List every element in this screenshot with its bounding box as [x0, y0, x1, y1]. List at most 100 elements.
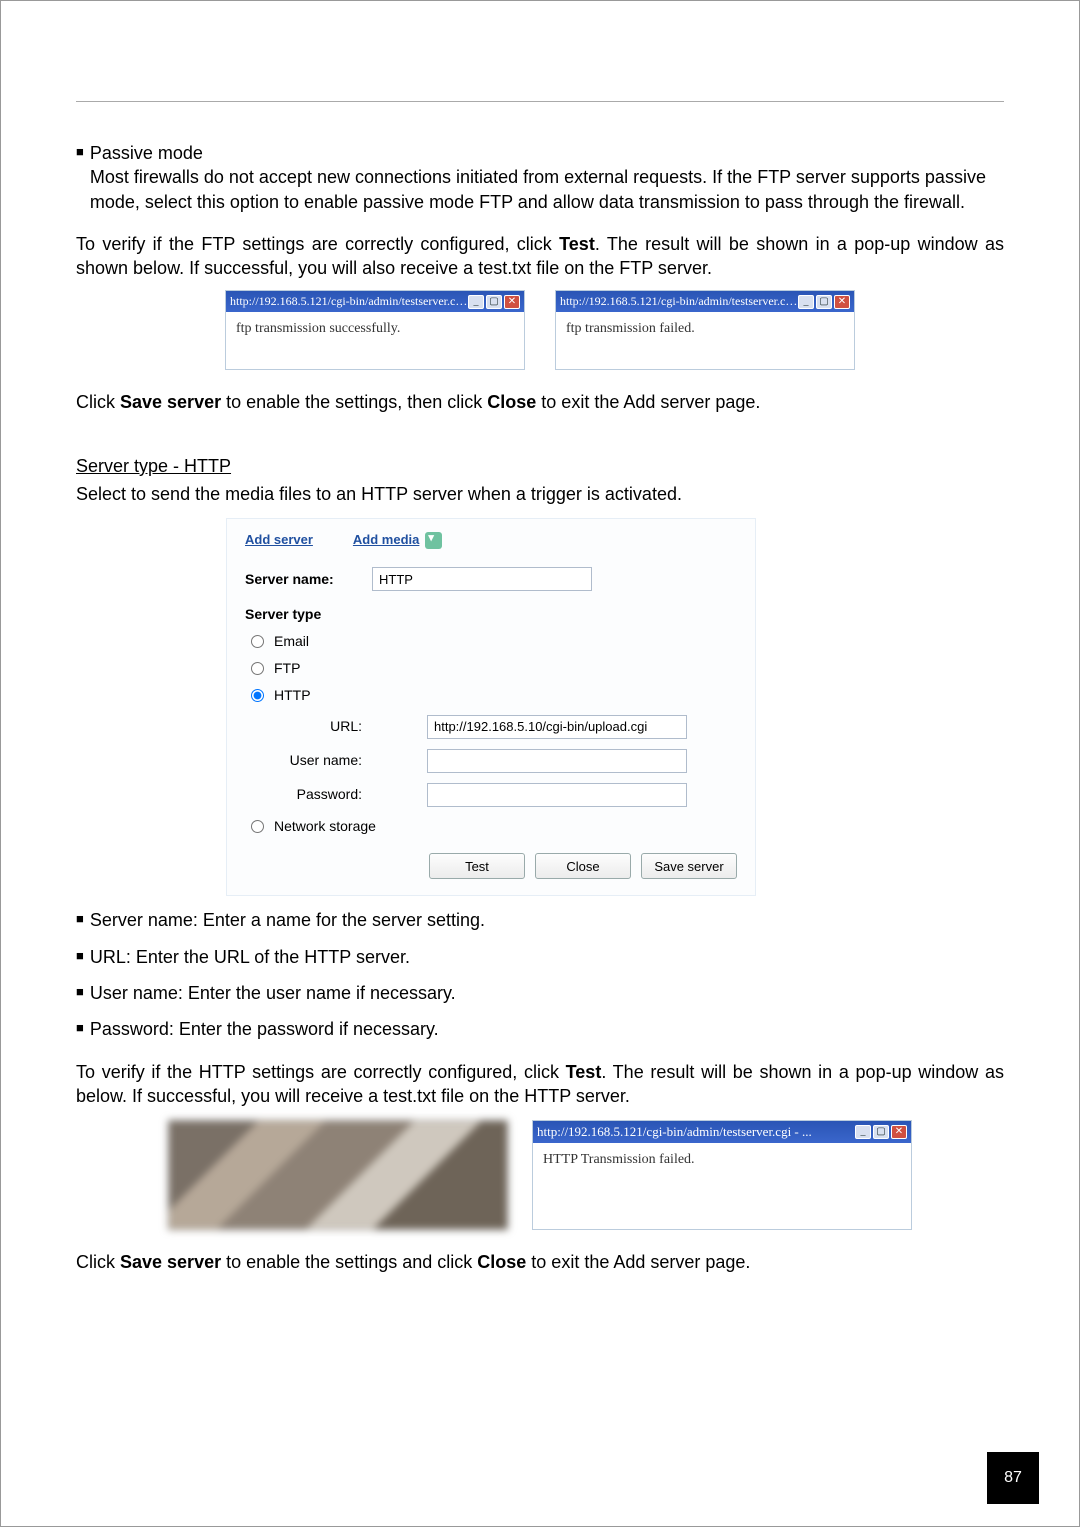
list-item: ■Server name: Enter a name for the serve…: [76, 908, 1004, 932]
http-verify-bold-test: Test: [566, 1062, 602, 1082]
passive-mode-block: ■ Passive mode Most firewalls do not acc…: [76, 141, 1004, 214]
dialog-button-row: Test Close Save server: [245, 853, 737, 879]
popup-body: ftp transmission successfully.: [226, 312, 524, 369]
popup-body: HTTP Transmission failed.: [533, 1143, 911, 1200]
maximize-icon[interactable]: ▢: [873, 1125, 889, 1139]
bullet-square-icon: ■: [76, 945, 84, 969]
top-divider: [76, 101, 1004, 102]
radio-email-label: Email: [274, 632, 309, 651]
password-row: Password:: [277, 783, 737, 807]
radio-netstorage-label: Network storage: [274, 817, 376, 836]
window-buttons: _ ▢ ✕: [855, 1125, 907, 1139]
popup-title-text: http://192.168.5.121/cgi-bin/admin/tests…: [230, 293, 468, 309]
save2-post: to exit the Add server page.: [526, 1252, 750, 1272]
ftp-popup-row: http://192.168.5.121/cgi-bin/admin/tests…: [76, 290, 1004, 369]
bullet-square-icon: ■: [76, 1017, 84, 1041]
minimize-icon[interactable]: _: [798, 295, 814, 309]
http-fail-popup: http://192.168.5.121/cgi-bin/admin/tests…: [532, 1120, 912, 1230]
radio-ftp[interactable]: [251, 662, 264, 675]
minimize-icon[interactable]: _: [855, 1125, 871, 1139]
test-button[interactable]: Test: [429, 853, 525, 879]
list-item: ■URL: Enter the URL of the HTTP server.: [76, 945, 1004, 969]
save2-b1: Save server: [120, 1252, 221, 1272]
passive-mode-title: Passive mode: [90, 143, 203, 163]
radio-ftp-label: FTP: [274, 659, 300, 678]
passive-mode-text: Passive mode Most firewalls do not accep…: [90, 141, 1004, 214]
radio-network-storage[interactable]: [251, 820, 264, 833]
http-verify-paragraph: To verify if the HTTP settings are corre…: [76, 1060, 1004, 1109]
radio-http-row[interactable]: HTTP: [251, 686, 737, 705]
passive-mode-body: Most firewalls do not accept new connect…: [90, 167, 986, 211]
username-row: User name:: [277, 749, 737, 773]
save-close-line-2: Click Save server to enable the settings…: [76, 1250, 1004, 1274]
list-item: ■Password: Enter the password if necessa…: [76, 1017, 1004, 1041]
save1-mid: to enable the settings, then click: [221, 392, 487, 412]
ftp-verify-bold-test: Test: [559, 234, 595, 254]
password-label: Password:: [277, 785, 427, 804]
password-input[interactable]: [427, 783, 687, 807]
close-icon[interactable]: ✕: [891, 1125, 907, 1139]
ftp-success-popup: http://192.168.5.121/cgi-bin/admin/tests…: [225, 290, 525, 369]
list-item: ■User name: Enter the user name if neces…: [76, 981, 1004, 1005]
content-area: ■ Passive mode Most firewalls do not acc…: [76, 141, 1004, 1275]
url-input[interactable]: [427, 715, 687, 739]
ftp-verify-pre: To verify if the FTP settings are correc…: [76, 234, 559, 254]
radio-email[interactable]: [251, 635, 264, 648]
popup-titlebar: http://192.168.5.121/cgi-bin/admin/tests…: [556, 291, 854, 311]
window-buttons: _ ▢ ✕: [468, 295, 520, 309]
save2-pre: Click: [76, 1252, 120, 1272]
save-close-line-1: Click Save server to enable the settings…: [76, 390, 1004, 414]
server-name-label: Server name:: [245, 570, 360, 589]
save2-b2: Close: [477, 1252, 526, 1272]
maximize-icon[interactable]: ▢: [486, 295, 502, 309]
add-media-badge-icon: [425, 532, 442, 549]
http-result-row: http://192.168.5.121/cgi-bin/admin/tests…: [76, 1120, 1004, 1230]
result-thumbnail-image: [168, 1120, 508, 1230]
url-row: URL:: [277, 715, 737, 739]
save1-post: to exit the Add server page.: [536, 392, 760, 412]
minimize-icon[interactable]: _: [468, 295, 484, 309]
desc-user: User name: Enter the user name if necess…: [90, 981, 456, 1005]
dialog-tabs: Add server Add media: [245, 531, 737, 549]
server-name-input[interactable]: [372, 567, 592, 591]
save-server-button[interactable]: Save server: [641, 853, 737, 879]
server-type-heading: Server type: [245, 605, 737, 624]
popup-titlebar: http://192.168.5.121/cgi-bin/admin/tests…: [226, 291, 524, 311]
save1-b1: Save server: [120, 392, 221, 412]
save1-b2: Close: [487, 392, 536, 412]
save1-pre: Click: [76, 392, 120, 412]
ftp-fail-popup: http://192.168.5.121/cgi-bin/admin/tests…: [555, 290, 855, 369]
popup-body: ftp transmission failed.: [556, 312, 854, 369]
username-input[interactable]: [427, 749, 687, 773]
add-server-dialog: Add server Add media Server name: Server…: [226, 518, 756, 896]
radio-ftp-row[interactable]: FTP: [251, 659, 737, 678]
page-number: 87: [987, 1452, 1039, 1504]
save2-mid: to enable the settings and click: [221, 1252, 477, 1272]
popup-title-text: http://192.168.5.121/cgi-bin/admin/tests…: [560, 293, 798, 309]
maximize-icon[interactable]: ▢: [816, 295, 832, 309]
radio-http-label: HTTP: [274, 686, 311, 705]
close-icon[interactable]: ✕: [504, 295, 520, 309]
popup-titlebar: http://192.168.5.121/cgi-bin/admin/tests…: [533, 1121, 911, 1143]
radio-email-row[interactable]: Email: [251, 632, 737, 651]
http-fields-group: URL: User name: Password:: [277, 715, 737, 807]
window-buttons: _ ▢ ✕: [798, 295, 850, 309]
desc-url: URL: Enter the URL of the HTTP server.: [90, 945, 410, 969]
close-button[interactable]: Close: [535, 853, 631, 879]
http-intro: Select to send the media files to an HTT…: [76, 482, 1004, 506]
http-heading: Server type - HTTP: [76, 454, 1004, 478]
http-verify-pre: To verify if the HTTP settings are corre…: [76, 1062, 566, 1082]
radio-netstorage-row[interactable]: Network storage: [251, 817, 737, 836]
ftp-verify-paragraph: To verify if the FTP settings are correc…: [76, 232, 1004, 281]
desc-pass: Password: Enter the password if necessar…: [90, 1017, 439, 1041]
popup-title-text: http://192.168.5.121/cgi-bin/admin/tests…: [537, 1123, 812, 1141]
tab-add-server[interactable]: Add server: [245, 531, 313, 549]
field-description-list: ■Server name: Enter a name for the serve…: [76, 908, 1004, 1041]
tab-add-media[interactable]: Add media: [353, 531, 442, 549]
bullet-square-icon: ■: [76, 981, 84, 1005]
username-label: User name:: [277, 751, 427, 770]
url-label: URL:: [277, 717, 427, 736]
server-name-row: Server name:: [245, 567, 737, 591]
close-icon[interactable]: ✕: [834, 295, 850, 309]
radio-http[interactable]: [251, 689, 264, 702]
